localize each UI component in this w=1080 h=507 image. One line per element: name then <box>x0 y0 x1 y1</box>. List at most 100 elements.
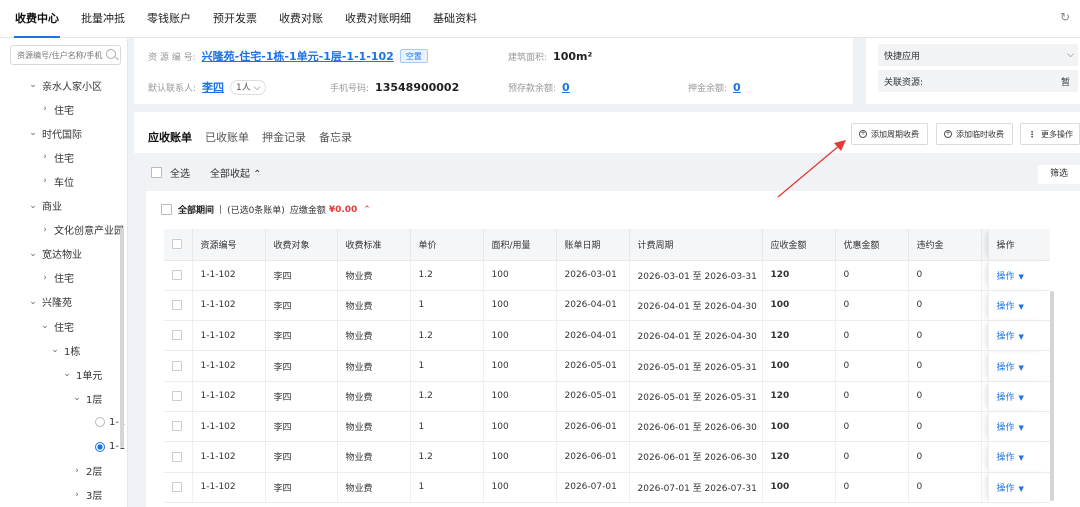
row-checkbox[interactable] <box>172 330 182 341</box>
row-checkbox[interactable] <box>172 360 182 371</box>
row-checkbox[interactable] <box>172 421 182 432</box>
refresh-icon[interactable]: ↻ <box>1060 10 1074 24</box>
row-actions-cell: 操作 ▼ <box>988 290 1050 322</box>
table-row[interactable]: 1-1-102 李四 物业费 1 100 2026-05-01 2026-05-01 至 2… <box>164 350 1050 382</box>
row-actions-dropdown[interactable]: 操作 ▼ <box>997 393 1024 403</box>
table-scrollbar[interactable] <box>1050 291 1054 501</box>
table-row[interactable]: 1-1-102 李四 物业费 1.2 100 2026-03-01 2026-03-01 至… <box>164 260 1050 291</box>
chevron-down-icon[interactable]: ⌄ <box>28 201 38 211</box>
phone-label: 手机号码: <box>330 84 370 94</box>
table-cell: 1.2 <box>410 381 484 412</box>
quick-app-select[interactable]: 快捷应用 ⌵ <box>878 44 1078 66</box>
row-checkbox[interactable] <box>172 391 182 402</box>
tree-node[interactable]: ⌄ 亲水人家小区 <box>28 75 102 95</box>
add-period-charge-button[interactable]: + 添加周期收费 <box>851 123 928 145</box>
row-checkbox[interactable] <box>172 300 182 311</box>
row-actions-dropdown[interactable]: 操作 ▼ <box>997 453 1024 463</box>
tree-node[interactable]: › 文化创意产业园 <box>40 220 124 240</box>
tree-node[interactable]: ⌄ 住宅 <box>40 316 74 336</box>
tree-node[interactable]: ⌄ 宽达物业 <box>28 244 82 264</box>
chevron-down-icon[interactable]: ⌄ <box>28 80 38 90</box>
chevron-right-icon[interactable]: › <box>40 225 50 235</box>
table-cell: 100 <box>762 472 836 503</box>
column-header: 应收金额 <box>762 229 836 261</box>
radio-icon[interactable] <box>95 417 105 428</box>
row-actions-dropdown[interactable]: 操作 ▼ <box>997 302 1024 312</box>
nav-tab-change-account[interactable]: 零钱账户 <box>136 0 202 38</box>
deposit-link[interactable]: 0 <box>733 81 741 94</box>
tree-node[interactable]: › 住宅 <box>40 268 74 288</box>
chevron-down-icon[interactable]: ⌄ <box>72 393 82 403</box>
collapse-all-toggle[interactable]: 全部收起 ⌃ <box>210 165 262 180</box>
tree-node[interactable]: ⌄ 商业 <box>28 196 62 216</box>
nav-tab-pre-invoice[interactable]: 预开发票 <box>202 0 268 38</box>
chevron-right-icon[interactable]: › <box>40 152 50 162</box>
filter-button[interactable]: 筛选 <box>1038 165 1080 184</box>
prepay-link[interactable]: 0 <box>562 81 570 94</box>
chevron-down-icon[interactable]: ⌄ <box>28 297 38 307</box>
chevron-down-icon[interactable]: ⌄ <box>62 369 72 379</box>
chevron-down-icon[interactable]: ⌄ <box>28 128 38 138</box>
select-all-checkbox[interactable] <box>151 166 162 178</box>
table-row[interactable]: 1-1-102 李四 物业费 1.2 100 2026-05-01 2026-05-01 至… <box>164 381 1050 412</box>
table-row[interactable]: 1-1-102 李四 物业费 1.2 100 2026-06-01 2026-06-01 至… <box>164 441 1050 473</box>
table-row[interactable]: 1-1-102 李四 物业费 1 100 2026-06-01 2026-06-01 至 2… <box>164 411 1050 443</box>
tree-node[interactable]: › 住宅 <box>40 99 74 119</box>
tab-receivable[interactable]: 应收账单 <box>148 129 192 145</box>
tree-search-input[interactable] <box>11 46 107 64</box>
row-actions-dropdown[interactable]: 操作 ▼ <box>997 332 1024 342</box>
table-row[interactable]: 1-1-102 李四 物业费 1 100 2026-04-01 2026-04-01 至 2… <box>164 290 1050 322</box>
tree-node[interactable]: ⌄ 1单元 <box>62 364 102 384</box>
table-cell: 0 <box>908 441 982 473</box>
chevron-right-icon[interactable]: › <box>40 176 50 186</box>
table-row[interactable]: 1-1-102 李四 物业费 1 100 2026-07-01 2026-07-01 至 2… <box>164 472 1050 503</box>
contact-link[interactable]: 李四 <box>202 79 224 95</box>
row-actions-dropdown[interactable]: 操作 ▼ <box>997 363 1024 373</box>
row-checkbox[interactable] <box>172 481 182 492</box>
nav-tab-reconcile-detail[interactable]: 收费对账明细 <box>334 0 422 38</box>
tree-node[interactable]: ⌄ 1栋 <box>50 340 80 360</box>
tree-node[interactable]: › 3层 <box>72 485 102 505</box>
radio-icon[interactable] <box>95 441 105 452</box>
tree-node[interactable]: › 住宅 <box>40 147 74 167</box>
chevron-down-icon[interactable]: ⌄ <box>28 249 38 259</box>
related-resource-row[interactable]: 关联资源: 暂 <box>878 70 1078 92</box>
row-actions-dropdown[interactable]: 操作 ▼ <box>997 423 1024 433</box>
nav-tab-charge-center[interactable]: 收费中心 <box>4 0 70 38</box>
tab-memo[interactable]: 备忘录 <box>319 129 352 145</box>
chevron-right-icon[interactable]: › <box>40 104 50 114</box>
row-checkbox[interactable] <box>172 269 182 280</box>
chevron-right-icon[interactable]: › <box>72 466 82 476</box>
tree-node[interactable]: ⌄ 1层 <box>72 388 102 408</box>
nav-tab-basic-data[interactable]: 基础资料 <box>422 0 488 38</box>
chevron-down-icon[interactable]: ⌄ <box>40 321 50 331</box>
search-icon[interactable] <box>106 49 116 59</box>
add-temp-charge-button[interactable]: + 添加临时收费 <box>936 123 1013 145</box>
contact-count-dropdown[interactable]: 1人 ⌵ <box>230 79 267 95</box>
row-checkbox-cell <box>164 290 193 322</box>
table-row[interactable]: 1-1-102 李四 物业费 1.2 100 2026-04-01 2026-04-01 至… <box>164 320 1050 352</box>
tab-deposit[interactable]: 押金记录 <box>262 129 306 145</box>
tree-node[interactable]: ⌄ 兴隆苑 <box>28 292 72 312</box>
resource-link[interactable]: 兴隆苑-住宅-1栋-1单元-1层-1-1-102 <box>202 48 394 64</box>
row-checkbox-cell <box>164 320 193 352</box>
row-actions-dropdown[interactable]: 操作 ▼ <box>997 484 1024 494</box>
tree-node[interactable]: › 2层 <box>72 461 102 481</box>
chevron-up-icon[interactable]: ⌃ <box>363 205 371 215</box>
chevron-right-icon[interactable]: › <box>40 273 50 283</box>
chevron-down-icon[interactable]: ⌄ <box>50 345 60 355</box>
due-label: 应缴金额 <box>289 206 326 216</box>
header-checkbox[interactable] <box>172 239 182 249</box>
tree-node[interactable]: › 车位 <box>40 171 74 191</box>
chevron-right-icon[interactable]: › <box>72 490 82 500</box>
sidebar-scrollbar[interactable] <box>120 228 124 448</box>
period-checkbox[interactable] <box>161 204 172 215</box>
row-actions-dropdown[interactable]: 操作 ▼ <box>997 272 1024 282</box>
tab-received[interactable]: 已收账单 <box>205 129 249 145</box>
nav-tab-batch-offset[interactable]: 批量冲抵 <box>70 0 136 38</box>
tree-node[interactable]: ⌄ 时代国际 <box>28 123 82 143</box>
nav-tab-reconcile[interactable]: 收费对账 <box>268 0 334 38</box>
more-actions-button[interactable]: ⋮ 更多操作 <box>1020 123 1080 145</box>
table-cell: 李四 <box>265 441 338 473</box>
row-checkbox[interactable] <box>172 451 182 462</box>
